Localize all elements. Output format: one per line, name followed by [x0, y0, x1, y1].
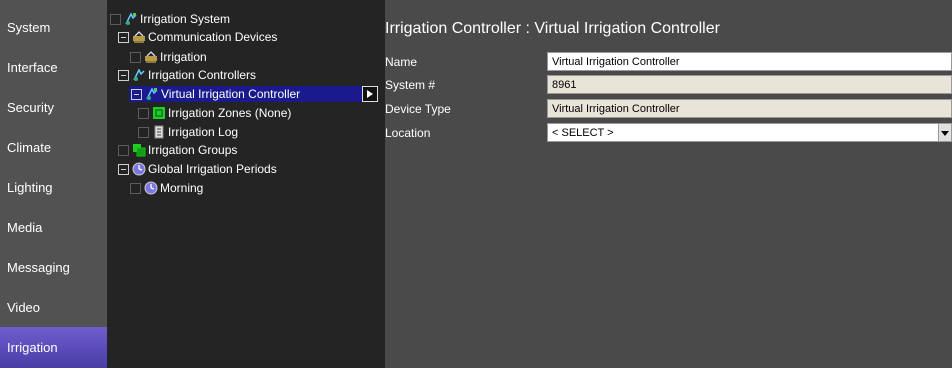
nav-item-climate[interactable]: Climate [0, 127, 107, 167]
tree-node-communication-devices[interactable]: Communication Devices [118, 29, 277, 45]
irrigation-system-icon [124, 12, 138, 26]
tree-checkbox[interactable] [130, 182, 141, 194]
communication-device-icon [144, 50, 158, 64]
nav-label: Lighting [7, 179, 53, 195]
tree-checkbox[interactable] [110, 13, 121, 25]
tree-panel: Irrigation System Communication Devices … [107, 0, 385, 368]
location-select[interactable]: < SELECT > [547, 123, 952, 142]
page-title: Irrigation Controller : Virtual Irrigati… [385, 20, 720, 37]
tree-node-morning[interactable]: Morning [130, 180, 203, 196]
nav-label: Irrigation [7, 340, 58, 355]
zones-icon [152, 106, 166, 120]
location-label: Location [385, 126, 431, 140]
nav-item-system[interactable]: System [0, 7, 107, 47]
tree-node-label: Irrigation Zones (None) [168, 106, 292, 120]
nav-label: Interface [7, 59, 58, 75]
nav-item-irrigation[interactable]: Irrigation [0, 327, 107, 368]
communication-devices-icon [132, 30, 146, 44]
nav-item-security[interactable]: Security [0, 87, 107, 127]
clock-icon [132, 162, 146, 176]
location-selected-value: < SELECT > [552, 127, 614, 139]
name-field[interactable]: Virtual Irrigation Controller [547, 52, 952, 71]
collapse-toggle-icon[interactable] [118, 163, 129, 175]
nav-label: Climate [7, 139, 52, 155]
system-number-label: System # [385, 78, 436, 92]
collapse-toggle-icon[interactable] [118, 31, 129, 43]
tree-node-label: Irrigation Controllers [148, 68, 257, 82]
tree-node-irrigation-system[interactable]: Irrigation System [110, 11, 230, 27]
tree-checkbox[interactable] [138, 107, 149, 119]
collapse-toggle-icon[interactable] [118, 69, 129, 81]
log-icon [152, 125, 166, 139]
tree-node-label: Virtual Irrigation Controller [161, 87, 301, 101]
left-nav: System Interface Security Climate Lighti… [0, 0, 107, 368]
tree-node-global-irrigation-periods[interactable]: Global Irrigation Periods [118, 161, 277, 177]
tree-node-label: Irrigation [160, 50, 207, 64]
expand-arrow-button[interactable] [362, 86, 378, 102]
tree-node-label: Communication Devices [148, 30, 278, 44]
nav-label: Messaging [7, 259, 70, 275]
groups-icon [132, 143, 146, 157]
tree-node-label: Irrigation System [140, 12, 231, 26]
detail-panel: Irrigation Controller : Virtual Irrigati… [385, 0, 952, 368]
collapse-toggle-icon[interactable] [131, 88, 142, 100]
chevron-down-icon[interactable] [938, 124, 951, 141]
irrigation-controllers-icon [132, 68, 146, 82]
tree-checkbox[interactable] [118, 144, 129, 156]
tree-node-label: Morning [160, 181, 204, 195]
nav-item-lighting[interactable]: Lighting [0, 167, 107, 207]
nav-label: Security [7, 99, 54, 115]
nav-item-interface[interactable]: Interface [0, 47, 107, 87]
device-type-label: Device Type [385, 102, 451, 116]
tree-node-label: Global Irrigation Periods [148, 162, 277, 176]
tree-node-irrigation-groups[interactable]: Irrigation Groups [118, 142, 237, 158]
nav-label: System [7, 19, 51, 35]
controller-icon [145, 87, 159, 101]
tree-node-irrigation-controllers[interactable]: Irrigation Controllers [118, 67, 256, 83]
nav-item-media[interactable]: Media [0, 207, 107, 247]
system-number-field: 8961 [547, 75, 952, 94]
tree-node-virtual-irrigation-controller[interactable]: Virtual Irrigation Controller [129, 86, 362, 102]
tree-checkbox[interactable] [130, 51, 141, 63]
tree-node-label: Irrigation Log [168, 125, 239, 139]
tree-node-irrigation-zones[interactable]: Irrigation Zones (None) [138, 105, 291, 121]
device-type-field: Virtual Irrigation Controller [547, 99, 952, 118]
tree-checkbox[interactable] [138, 126, 149, 138]
nav-item-video[interactable]: Video [0, 287, 107, 327]
tree-node-irrigation-device[interactable]: Irrigation [130, 49, 207, 65]
name-label: Name [385, 55, 418, 69]
clock-icon [144, 181, 158, 195]
nav-label: Video [7, 299, 41, 315]
tree-node-irrigation-log[interactable]: Irrigation Log [138, 124, 238, 140]
nav-label: Media [7, 219, 43, 235]
nav-item-messaging[interactable]: Messaging [0, 247, 107, 287]
tree-node-label: Irrigation Groups [148, 143, 238, 157]
